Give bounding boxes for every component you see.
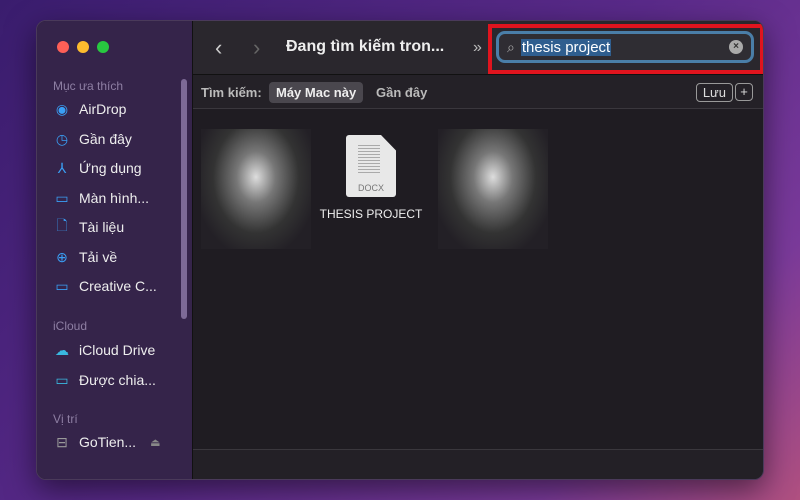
sidebar-item-shared[interactable]: ▭ Được chia... [53,370,156,390]
search-value[interactable]: thesis project [520,38,612,56]
scope-this-mac[interactable]: Máy Mac này [269,82,364,103]
search-scope-bar: Tìm kiếm: Máy Mac này Gần đây Lưu + [193,75,763,109]
sidebar-item-airdrop[interactable]: ◉ AirDrop [53,99,127,119]
sidebar-item-label: AirDrop [79,101,127,117]
sidebar-item-label: GoTien... [79,434,137,450]
results-area: DOCX THESIS PROJECT [193,109,763,449]
folder-icon: ▭ [55,277,69,294]
window-controls [57,41,109,53]
sidebar-item-documents[interactable]: 🗋 Tài liệu [53,217,124,237]
close-button[interactable] [57,41,69,53]
section-locations: Vị trí [53,412,78,426]
minimize-button[interactable] [77,41,89,53]
clear-search-icon[interactable]: × [729,40,743,54]
sidebar-item-icloud-drive[interactable]: ☁ iCloud Drive [53,340,155,360]
sidebar-item-label: Tải về [79,249,118,265]
eject-icon[interactable]: ⏏ [150,436,160,449]
document-icon: 🗋 [56,217,68,233]
toolbar: ‹ › Đang tìm kiếm tron... » ⌕ thesis pro… [193,21,763,75]
section-favorites: Mục ưa thích [53,79,124,93]
window-title: Đang tìm kiếm tron... [286,38,445,55]
forward-button[interactable]: › [253,35,260,61]
airdrop-icon: ◉ [55,100,69,117]
zoom-button[interactable] [97,41,109,53]
sidebar-item-label: Creative C... [79,278,157,294]
clock-icon: ◷ [55,130,69,147]
sidebar-item-label: Màn hình... [79,190,150,206]
finder-window: Mục ưa thích ◉ AirDrop ◷ Gần đây ⅄ Ứng dụng… [36,20,764,480]
sidebar-item-applications[interactable]: ⅄ Ứng dụng [53,158,142,178]
sidebar-item-recent[interactable]: ◷ Gần đây [53,129,132,149]
sidebar-item-label: iCloud Drive [79,342,156,358]
desktop-icon: ▭ [55,189,69,206]
blurred-result[interactable] [201,129,311,249]
sidebar: Mục ưa thích ◉ AirDrop ◷ Gần đây ⅄ Ứng dụng… [37,21,193,479]
status-bar [193,449,763,479]
search-icon: ⌕ [507,38,515,55]
download-icon: ⊕ [56,248,68,265]
more-toolbar-icon[interactable]: » [473,39,482,57]
scope-label: Tìm kiếm: [201,85,262,100]
save-search-button[interactable]: Lưu [695,83,733,102]
section-icloud: iCloud [53,319,88,333]
file-item[interactable]: DOCX THESIS PROJECT [311,135,431,221]
drive-icon: ⊟ [56,433,68,450]
sidebar-item-drive[interactable]: ⊟ GoTien... ⏏ [53,432,160,452]
blurred-result[interactable] [438,129,548,249]
sidebar-item-label: Được chia... [79,372,156,388]
sidebar-item-desktop[interactable]: ▭ Màn hình... [53,188,149,208]
cloud-icon: ☁ [55,341,69,358]
file-type: DOCX [357,183,384,193]
search-input[interactable]: ⌕ thesis project × [496,31,754,63]
add-criteria-button[interactable]: + [735,83,753,101]
apps-icon: ⅄ [57,159,67,176]
file-name: THESIS PROJECT [319,207,423,221]
sidebar-item-label: Gần đây [79,131,132,147]
shared-folder-icon: ▭ [55,371,69,388]
sidebar-item-label: Ứng dụng [79,160,142,176]
scope-recent[interactable]: Gần đây [376,85,427,100]
sidebar-item-label: Tài liệu [79,219,125,235]
docx-file-icon: DOCX [346,135,396,197]
back-button[interactable]: ‹ [215,35,222,61]
sidebar-scrollbar[interactable] [181,79,187,319]
sidebar-item-downloads[interactable]: ⊕ Tải về [53,247,117,267]
sidebar-item-creative-cloud[interactable]: ▭ Creative C... [53,276,157,296]
